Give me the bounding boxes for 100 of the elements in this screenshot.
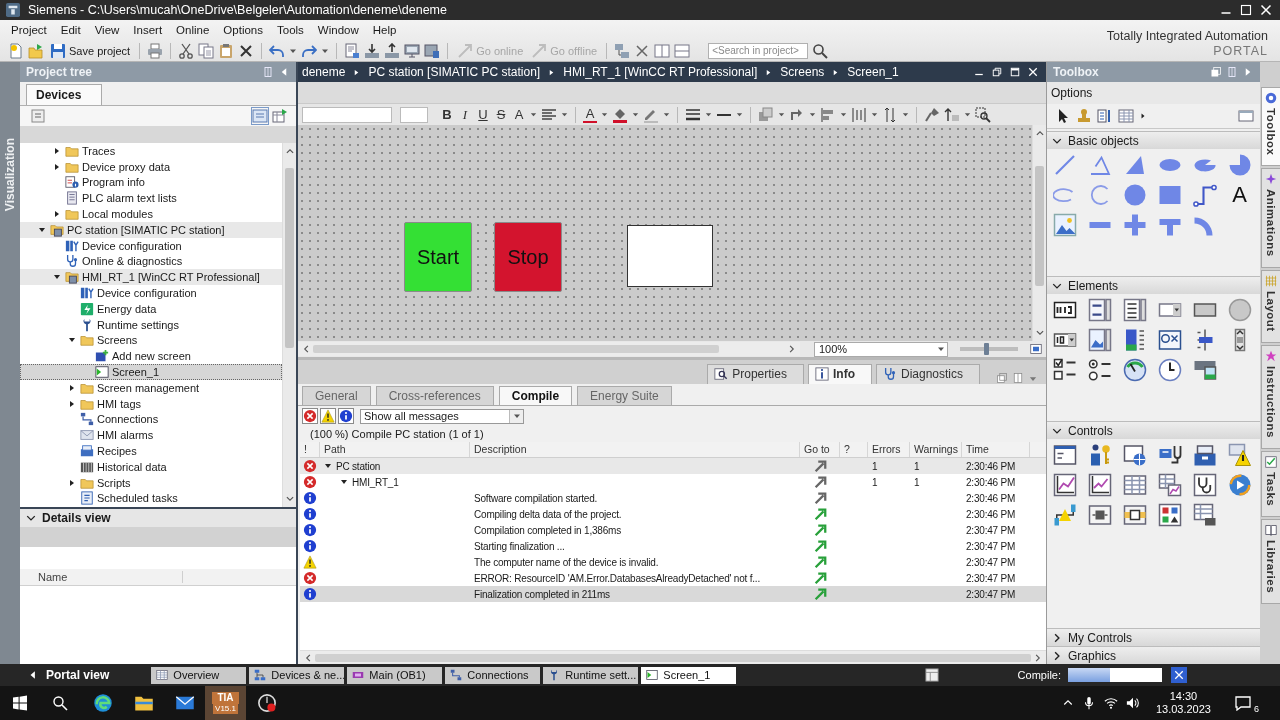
dropdown-caret-icon[interactable]	[530, 111, 537, 118]
tab[interactable]: Devices	[26, 84, 103, 105]
tree-item[interactable]: Screens	[20, 332, 282, 349]
menu-item[interactable]: Insert	[126, 22, 170, 38]
dropdown-caret-icon[interactable]	[736, 111, 743, 118]
tab[interactable]: Info	[807, 364, 872, 384]
scrollbar-thumb[interactable]	[285, 168, 294, 348]
close-icon[interactable]	[1028, 67, 1038, 77]
column-header[interactable]: Path	[320, 442, 470, 457]
rotate-icon[interactable]	[789, 106, 805, 123]
tree-item[interactable]: Energy data	[20, 300, 282, 317]
expander-icon[interactable]	[324, 462, 332, 470]
copy-icon[interactable]	[198, 42, 215, 59]
side-tab[interactable]: Layout	[1260, 270, 1280, 343]
tree-item[interactable]: PC station [SIMATIC PC station]	[20, 222, 282, 238]
tab[interactable]: Properties	[707, 364, 804, 384]
list-box-icon[interactable]	[1122, 298, 1147, 322]
connector-icon[interactable]	[1192, 183, 1217, 207]
scroll-right-icon[interactable]	[1033, 652, 1043, 663]
status-grid-icon[interactable]	[1157, 503, 1182, 527]
scroll-left-icon[interactable]	[303, 652, 313, 663]
split-panel-icon[interactable]	[924, 668, 939, 682]
vertical-scrollbar[interactable]	[282, 143, 296, 507]
chevron-icon[interactable]	[1052, 650, 1062, 661]
message-row[interactable]: The computer name of the device is invalid. 2:30:47 PM	[300, 554, 1046, 570]
message-row[interactable]: PC station 1 1 2:30:46 PM	[300, 458, 1046, 474]
line-style-icon[interactable]	[685, 106, 701, 123]
expander-icon[interactable]	[53, 210, 61, 219]
close-icon[interactable]	[1260, 4, 1272, 16]
brush-icon[interactable]	[924, 106, 940, 123]
monitor-icon[interactable]	[404, 42, 421, 59]
stacked-blocks-icon[interactable]	[1192, 358, 1217, 382]
scrollbar-thumb[interactable]	[1035, 166, 1044, 286]
tree-item[interactable]: Scheduled tasks	[20, 490, 282, 507]
zoom-area-icon[interactable]	[975, 106, 991, 123]
menu-item[interactable]: Window	[310, 22, 366, 38]
dropdown-caret-icon[interactable]	[840, 111, 847, 118]
go-to-arrow-icon[interactable]	[813, 475, 827, 489]
palette-header[interactable]: Elements	[1047, 276, 1260, 294]
clock-date[interactable]: 13.03.2023	[1155, 703, 1211, 716]
upload-arrow-icon[interactable]	[384, 42, 401, 59]
align-objects-icon[interactable]	[820, 106, 836, 123]
tree-item[interactable]: Runtime settings	[20, 316, 282, 333]
distribute-icon[interactable]	[851, 106, 867, 123]
bring-forward-icon[interactable]	[944, 106, 960, 123]
side-tab[interactable]: Instructions	[1260, 344, 1280, 449]
tree-item[interactable]: HMI_RT_1 [WinCC RT Professional]	[20, 269, 282, 286]
go-to-arrow-icon[interactable]	[813, 539, 827, 553]
expander-icon[interactable]	[68, 478, 76, 487]
side-tab[interactable]: Animations	[1260, 168, 1280, 268]
undo-icon[interactable]	[269, 42, 286, 59]
taskbar-app-button[interactable]: TIA V15.1	[205, 686, 246, 720]
tree-item[interactable]: HMI alarms	[20, 427, 282, 444]
screen-button[interactable]: Start	[404, 222, 472, 292]
table-icon[interactable]	[1122, 473, 1147, 497]
editor-tab[interactable]: Main (OB1)	[347, 666, 443, 684]
expander-icon[interactable]	[53, 146, 61, 155]
go-to-arrow-icon[interactable]	[813, 491, 827, 505]
table-chart-icon[interactable]	[1157, 473, 1182, 497]
breadcrumb-item[interactable]: Screen_1	[847, 65, 899, 79]
breadcrumb-item[interactable]: HMI_RT_1 [WinCC RT Professional]	[563, 65, 758, 79]
message-row[interactable]: Starting finalization ... 2:30:47 PM	[300, 538, 1046, 554]
palette-header[interactable]: Controls	[1047, 421, 1260, 439]
column-header[interactable]: Time	[962, 442, 1030, 457]
font-size-field[interactable]	[400, 106, 428, 123]
tree-item[interactable]: Connections	[20, 411, 282, 428]
play-icon[interactable]	[1227, 473, 1252, 497]
zoom-dropdown[interactable]: 100%	[814, 341, 948, 357]
restore-icon[interactable]	[992, 67, 1002, 77]
scrollbar-thumb[interactable]	[313, 345, 719, 353]
rectangle-icon[interactable]	[1157, 183, 1182, 207]
tree-item[interactable]: Add new screen	[20, 348, 282, 365]
windows-logo-icon[interactable]	[12, 695, 28, 711]
error-filter-button[interactable]	[302, 408, 318, 424]
editor-tab[interactable]: Devices & ne...	[249, 666, 345, 684]
radio-list-icon[interactable]	[1087, 358, 1112, 382]
dropdown-caret-icon[interactable]	[809, 111, 816, 118]
dropdown-caret-icon[interactable]	[778, 111, 785, 118]
search-icon[interactable]	[52, 695, 68, 711]
caret-right-icon[interactable]	[1139, 112, 1147, 120]
notification-icon[interactable]	[1235, 695, 1251, 711]
scroll-down-icon[interactable]	[284, 494, 295, 504]
editor-tab[interactable]: Runtime sett...	[543, 666, 639, 684]
properties-icon[interactable]	[1097, 108, 1113, 124]
tree-item[interactable]: PLC alarm text lists	[20, 190, 282, 207]
split-rows-icon[interactable]	[674, 42, 691, 59]
breadcrumb-item[interactable]: Screens	[780, 65, 825, 79]
tab[interactable]: Compile	[498, 386, 573, 405]
maximize-icon[interactable]	[1240, 4, 1252, 16]
horizontal-scrollbar[interactable]	[300, 650, 1046, 664]
scrollbar-thumb[interactable]	[315, 653, 1031, 662]
side-tab[interactable]: Libraries	[1260, 518, 1280, 604]
bold-button[interactable]: B	[440, 106, 454, 123]
tree-item[interactable]: Historical data	[20, 458, 282, 475]
cross-icon[interactable]	[634, 42, 651, 59]
search-field[interactable]: <Search in project>	[708, 42, 809, 59]
clock-time[interactable]: 14:30	[1169, 690, 1198, 703]
circle-icon[interactable]	[1122, 183, 1147, 207]
document-icon[interactable]	[344, 42, 361, 59]
details-view-header[interactable]: Details view	[20, 507, 296, 527]
